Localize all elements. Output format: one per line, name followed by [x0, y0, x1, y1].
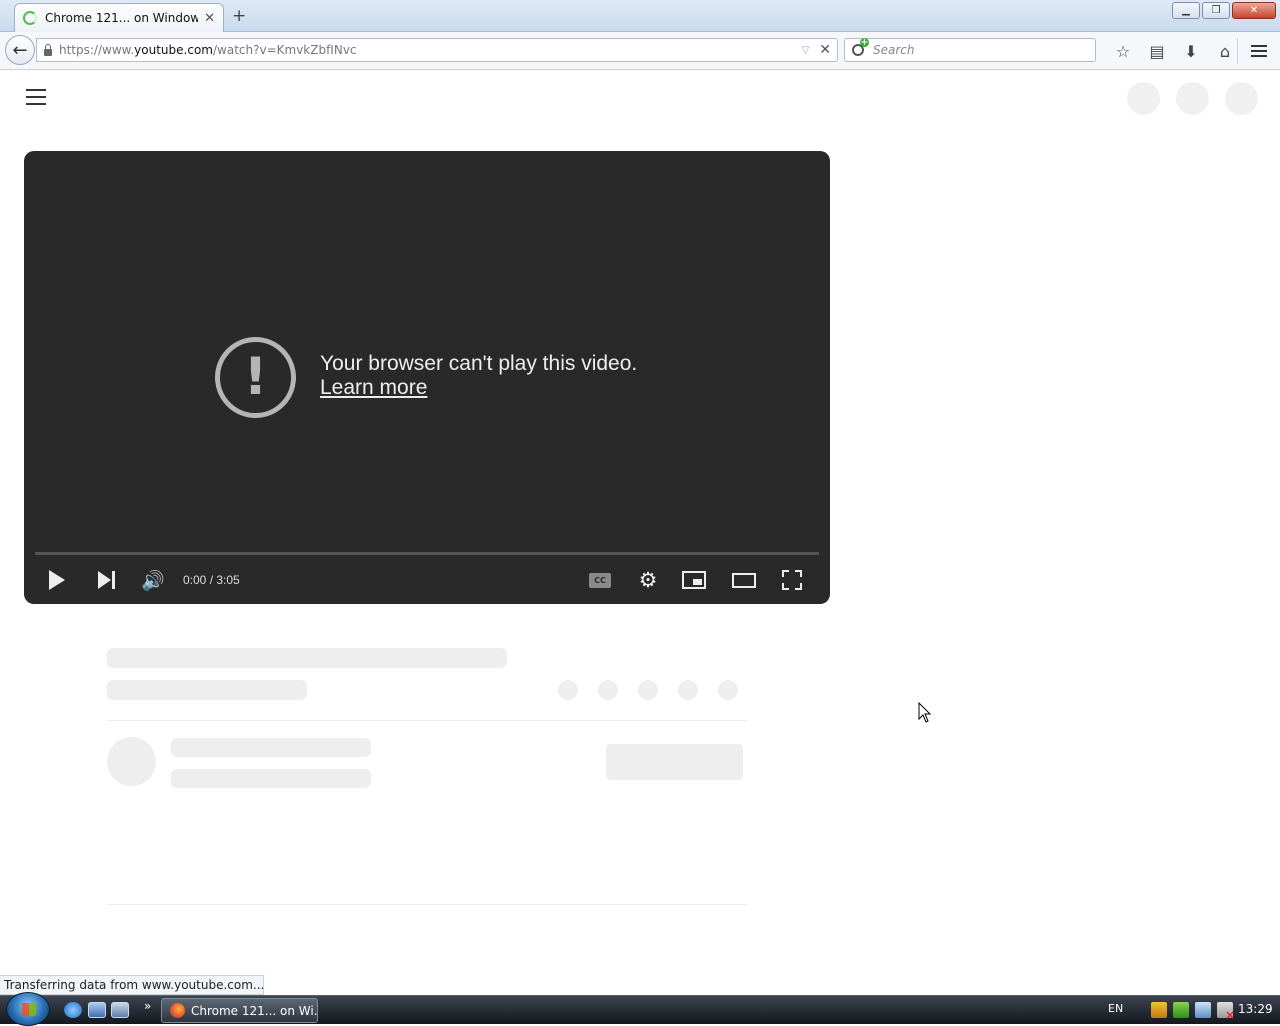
learn-more-link[interactable]: Learn more [320, 376, 427, 400]
url-text[interactable]: https://www.youtube.com/watch?v=KmvkZbfI… [59, 43, 802, 57]
clipboard-icon[interactable]: ▤ [1140, 40, 1174, 62]
hamburger-icon[interactable] [1248, 40, 1270, 62]
views-placeholder [107, 680, 307, 700]
action-placeholder [678, 680, 698, 700]
captions-icon[interactable]: CC [588, 564, 612, 596]
network-icon[interactable] [1195, 1002, 1211, 1018]
error-message: Your browser can't play this video. [320, 352, 638, 375]
back-arrow-icon: ← [12, 39, 28, 61]
lock-icon [44, 43, 52, 56]
video-player[interactable]: ! Your browser can't play this video. Le… [24, 151, 830, 604]
window-controls: ▁ ❐ ✕ [1172, 2, 1276, 19]
toolbar-icons: ☆ ▤ ⬇ ⌂ [1106, 40, 1242, 62]
title-placeholder [107, 648, 507, 668]
show-desktop-icon[interactable] [88, 1002, 106, 1018]
action-placeholder [598, 680, 618, 700]
loading-spinner-icon [23, 11, 37, 25]
channel-name-placeholder [171, 738, 371, 757]
header-placeholder-circle [1225, 82, 1258, 115]
firefox-icon [170, 1003, 185, 1018]
close-window-button[interactable]: ✕ [1232, 2, 1276, 19]
search-icon[interactable] [851, 38, 869, 58]
stop-icon[interactable]: ✕ [819, 42, 831, 58]
language-indicator[interactable]: EN [1108, 1002, 1123, 1015]
download-icon[interactable]: ⬇ [1174, 40, 1208, 62]
taskbar-button-label: Chrome 121... on Wi... [191, 1003, 318, 1018]
taskbar-firefox-button[interactable]: Chrome 121... on Wi... [161, 998, 318, 1023]
url-prefix: https://www. [59, 43, 135, 57]
theater-mode-icon[interactable] [731, 564, 757, 596]
captions-label: CC [589, 572, 611, 588]
play-icon[interactable] [46, 564, 68, 596]
fullscreen-icon[interactable] [780, 564, 804, 596]
progress-bar[interactable] [35, 552, 819, 555]
miniplayer-icon[interactable] [681, 564, 707, 596]
time-display: 0:00 / 3:05 [183, 573, 240, 587]
security-shield-icon[interactable] [1151, 1002, 1167, 1018]
browser-navbar: ← https://www.youtube.com/watch?v=KmvkZb… [0, 32, 1280, 70]
antivirus-icon[interactable] [1173, 1002, 1189, 1018]
url-path: /watch?v=KmvkZbfINvc [212, 43, 357, 57]
toolbar-divider [1237, 38, 1238, 64]
player-controls: 🔊 0:00 / 3:05 CC ⚙ [24, 564, 830, 596]
action-placeholder [718, 680, 738, 700]
guide-menu-icon[interactable] [26, 89, 46, 105]
url-domain: youtube.com [134, 43, 213, 57]
internet-explorer-icon[interactable] [64, 1002, 82, 1018]
header-placeholder-circle [1176, 82, 1209, 115]
avatar-placeholder [107, 737, 156, 786]
taskbar: » Chrome 121... on Wi... EN 13:29 [0, 992, 1280, 1026]
browser-tab[interactable]: Chrome 121... on Windows... ✕ [14, 3, 224, 32]
tab-title: Chrome 121... on Windows... [45, 11, 199, 25]
address-bar[interactable]: https://www.youtube.com/watch?v=KmvkZbfI… [36, 38, 838, 62]
action-placeholder [638, 680, 658, 700]
subscribe-placeholder [606, 744, 743, 780]
url-dropdown-icon[interactable]: ▽ [802, 45, 810, 56]
status-bar: Transferring data from www.youtube.com..… [0, 975, 264, 995]
divider [107, 904, 747, 905]
browser-titlebar: Chrome 121... on Windows... ✕ + ▁ ❐ ✕ [0, 0, 1280, 32]
settings-gear-icon[interactable]: ⚙ [636, 564, 660, 596]
back-button[interactable]: ← [5, 35, 35, 65]
search-placeholder: Search [873, 43, 915, 57]
volume-muted-icon[interactable] [1217, 1002, 1235, 1022]
header-placeholders [1127, 82, 1258, 115]
next-icon[interactable] [94, 564, 118, 596]
restore-button[interactable]: ❐ [1202, 2, 1230, 19]
minimize-button[interactable]: ▁ [1172, 2, 1200, 19]
clock[interactable]: 13:29 [1238, 1002, 1273, 1016]
switch-windows-icon[interactable] [111, 1002, 129, 1018]
warning-icon: ! [215, 337, 296, 418]
volume-icon[interactable]: 🔊 [141, 564, 165, 596]
star-icon[interactable]: ☆ [1106, 40, 1140, 62]
divider [107, 720, 747, 721]
tab-close-icon[interactable]: ✕ [204, 11, 215, 26]
header-placeholder-circle [1127, 82, 1160, 115]
start-button[interactable] [6, 992, 50, 1026]
search-bar[interactable]: Search [844, 38, 1096, 62]
action-placeholder [558, 680, 578, 700]
subscriber-placeholder [171, 769, 371, 788]
system-tray [1151, 1002, 1235, 1022]
quicklaunch-more-icon[interactable]: » [144, 999, 151, 1013]
new-tab-button[interactable]: + [232, 6, 246, 26]
